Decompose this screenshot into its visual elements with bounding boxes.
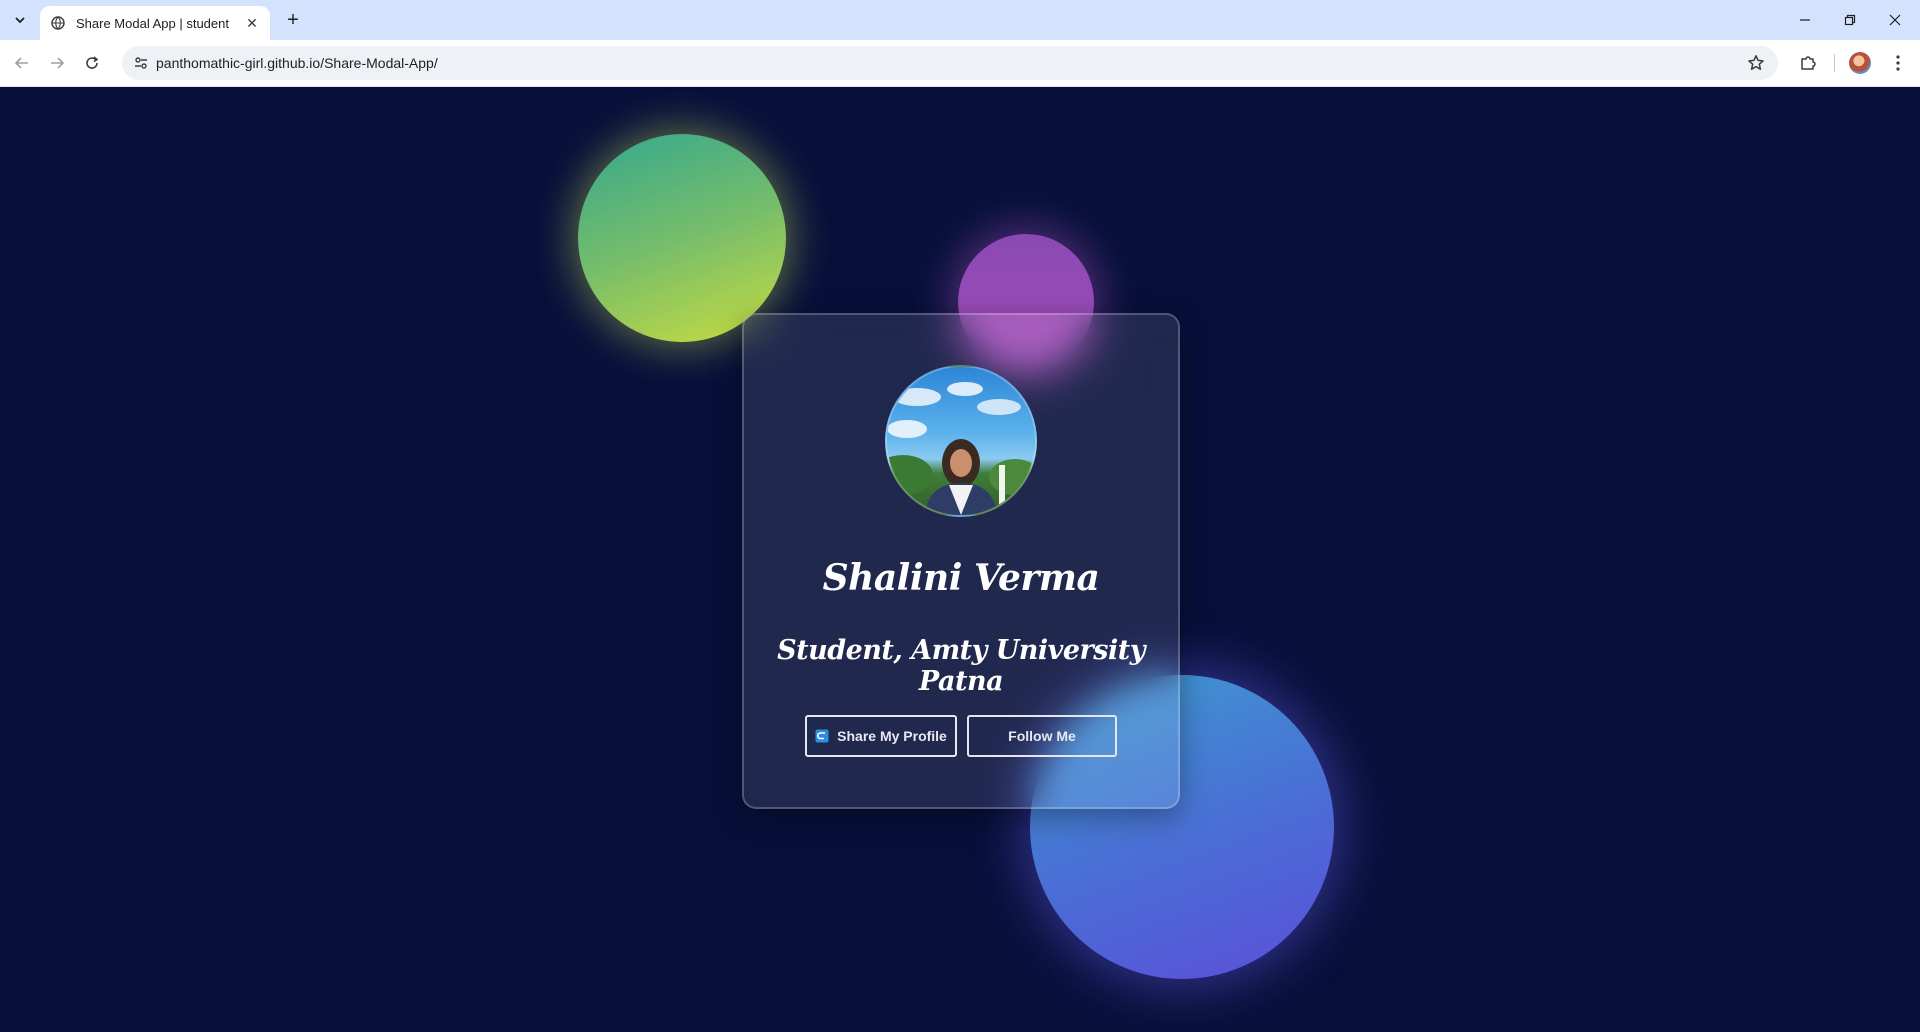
tab-search-chevron-icon[interactable]: [8, 8, 32, 32]
reload-icon[interactable]: [79, 50, 105, 76]
share-profile-label: Share My Profile: [837, 728, 947, 744]
share-icon: [815, 729, 829, 743]
close-window-icon[interactable]: [1880, 8, 1910, 32]
forward-arrow-icon[interactable]: [44, 50, 70, 76]
address-bar[interactable]: panthomathic-girl.github.io/Share-Modal-…: [122, 46, 1778, 80]
browser-tab-active[interactable]: Share Modal App | student ✕: [40, 6, 270, 40]
toolbar-divider: [1834, 54, 1835, 72]
extensions-puzzle-icon[interactable]: [1797, 52, 1819, 74]
profile-photo: [885, 365, 1037, 517]
profile-card: Shalini Verma Student, Amty University P…: [742, 313, 1180, 809]
back-arrow-icon[interactable]: [9, 50, 35, 76]
browser-profile-avatar[interactable]: [1849, 52, 1871, 74]
decorative-green-circle: [578, 134, 786, 342]
url-text: panthomathic-girl.github.io/Share-Modal-…: [156, 55, 438, 71]
browser-tab-strip: Share Modal App | student ✕ +: [0, 0, 1920, 40]
globe-icon: [50, 15, 66, 31]
minimize-icon[interactable]: [1790, 8, 1820, 32]
browser-menu-kebab-icon[interactable]: [1887, 52, 1909, 74]
tab-title: Share Modal App | student: [76, 15, 229, 31]
bookmark-star-icon[interactable]: [1746, 53, 1766, 73]
site-settings-icon[interactable]: [132, 54, 150, 72]
tab-close-icon[interactable]: ✕: [244, 15, 260, 31]
page-content: Shalini Verma Student, Amty University P…: [0, 87, 1920, 1032]
profile-name: Shalini Verma: [822, 557, 1100, 599]
profile-role: Student, Amty University Patna: [777, 635, 1145, 697]
restore-icon[interactable]: [1835, 8, 1865, 32]
follow-label: Follow Me: [1008, 728, 1076, 744]
browser-toolbar: panthomathic-girl.github.io/Share-Modal-…: [0, 40, 1920, 87]
follow-button[interactable]: Follow Me: [967, 715, 1117, 757]
share-profile-button[interactable]: Share My Profile: [805, 715, 957, 757]
new-tab-plus-icon[interactable]: +: [282, 9, 304, 31]
